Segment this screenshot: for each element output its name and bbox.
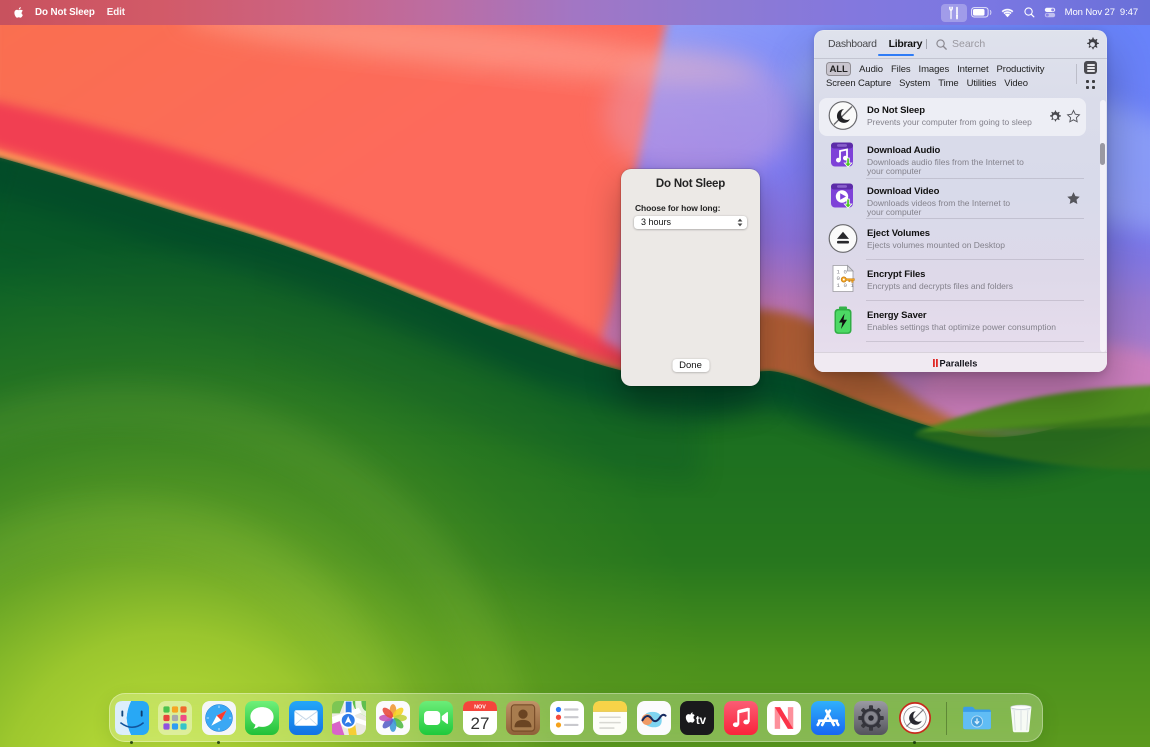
svg-text:1 0 1: 1 0 1 xyxy=(837,282,855,289)
svg-text:27: 27 xyxy=(470,714,489,733)
svg-text:tv: tv xyxy=(696,715,707,727)
svg-text:0: 0 xyxy=(837,275,841,282)
svg-text:NOV: NOV xyxy=(474,704,486,710)
svg-text:Parallels: Parallels xyxy=(939,358,977,368)
